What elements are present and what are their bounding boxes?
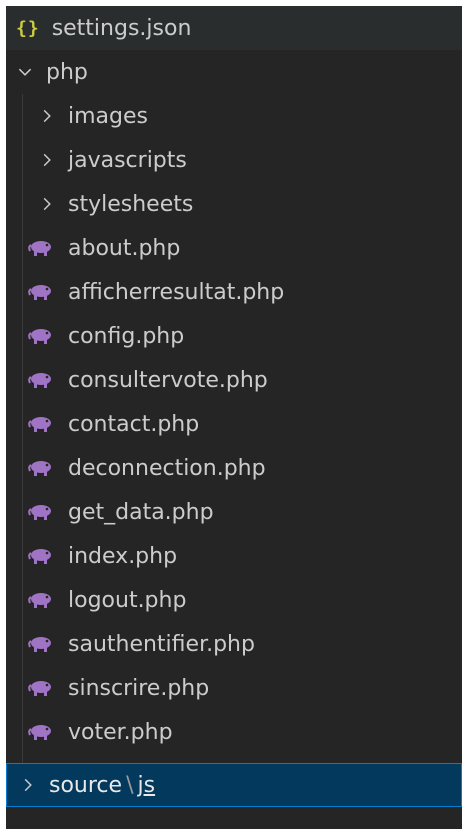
tree-item-label: config.php bbox=[68, 323, 185, 349]
php-elephant-icon bbox=[28, 503, 56, 521]
tree-file-deconnection-php[interactable]: deconnection.php bbox=[6, 446, 462, 490]
tree-item-label: javascripts bbox=[68, 147, 187, 173]
tree-item-label: settings.json bbox=[51, 15, 192, 41]
chevron-down-icon[interactable] bbox=[14, 61, 36, 83]
tree-folder-stylesheets[interactable]: stylesheets bbox=[6, 182, 462, 226]
tree-folder-php[interactable]: php bbox=[6, 50, 462, 94]
chevron-right-icon[interactable] bbox=[36, 193, 58, 215]
chevron-right-icon[interactable] bbox=[36, 105, 58, 127]
file-explorer: {} settings.json php images javascripts st… bbox=[6, 6, 462, 829]
tree-file-contact-php[interactable]: contact.php bbox=[6, 402, 462, 446]
php-elephant-icon bbox=[28, 239, 56, 257]
tree-folder-javascripts[interactable]: javascripts bbox=[6, 138, 462, 182]
folder-name-js: js bbox=[137, 772, 156, 798]
tree-file-afficherresultat-php[interactable]: afficherresultat.php bbox=[6, 270, 462, 314]
tree-item-label: deconnection.php bbox=[68, 455, 266, 481]
tree-item-label: index.php bbox=[68, 543, 178, 569]
tree-file-logout-php[interactable]: logout.php bbox=[6, 578, 462, 622]
tree-item-label: images bbox=[68, 103, 148, 129]
folder-name-source: source bbox=[49, 772, 123, 798]
tree-file-about-php[interactable]: about.php bbox=[6, 226, 462, 270]
php-elephant-icon bbox=[28, 327, 56, 345]
tree-file-config-php[interactable]: config.php bbox=[6, 314, 462, 358]
tree-file-get-data-php[interactable]: get_data.php bbox=[6, 490, 462, 534]
php-elephant-icon bbox=[28, 415, 56, 433]
tree-file-voter-php[interactable]: voter.php bbox=[6, 710, 462, 754]
php-elephant-icon bbox=[28, 679, 56, 697]
tree-item-label: contact.php bbox=[68, 411, 200, 437]
php-elephant-icon bbox=[28, 635, 56, 653]
chevron-right-icon[interactable] bbox=[17, 774, 39, 796]
tree-folder-images[interactable]: images bbox=[6, 94, 462, 138]
tree-file-index-php[interactable]: index.php bbox=[6, 534, 462, 578]
tree-item-label: consultervote.php bbox=[68, 367, 268, 393]
tree-item-label: afficherresultat.php bbox=[68, 279, 285, 305]
php-elephant-icon bbox=[28, 723, 56, 741]
tree-file-sinscrire-php[interactable]: sinscrire.php bbox=[6, 666, 462, 710]
php-elephant-icon bbox=[28, 591, 56, 609]
tree-file-consultervote-php[interactable]: consultervote.php bbox=[6, 358, 462, 402]
tree-item-label: logout.php bbox=[68, 587, 187, 613]
tree-folder-source-js[interactable]: source \ js bbox=[6, 763, 462, 807]
json-braces-icon: {} bbox=[16, 17, 40, 39]
php-elephant-icon bbox=[28, 459, 56, 477]
tree-item-label: voter.php bbox=[68, 719, 173, 745]
path-separator: \ bbox=[126, 772, 134, 798]
tree-item-label: get_data.php bbox=[68, 499, 214, 525]
tree-item-label: about.php bbox=[68, 235, 181, 261]
chevron-right-icon[interactable] bbox=[36, 149, 58, 171]
php-elephant-icon bbox=[28, 283, 56, 301]
php-elephant-icon bbox=[28, 371, 56, 389]
php-elephant-icon bbox=[28, 547, 56, 565]
tree-item-label: sinscrire.php bbox=[68, 675, 210, 701]
tree-item-label: php bbox=[46, 59, 88, 85]
tree-item-label: sauthentifier.php bbox=[68, 631, 255, 657]
tree-item-settings-json[interactable]: {} settings.json bbox=[6, 6, 462, 50]
tree-item-label: stylesheets bbox=[68, 191, 194, 217]
tree-file-sauthentifier-php[interactable]: sauthentifier.php bbox=[6, 622, 462, 666]
